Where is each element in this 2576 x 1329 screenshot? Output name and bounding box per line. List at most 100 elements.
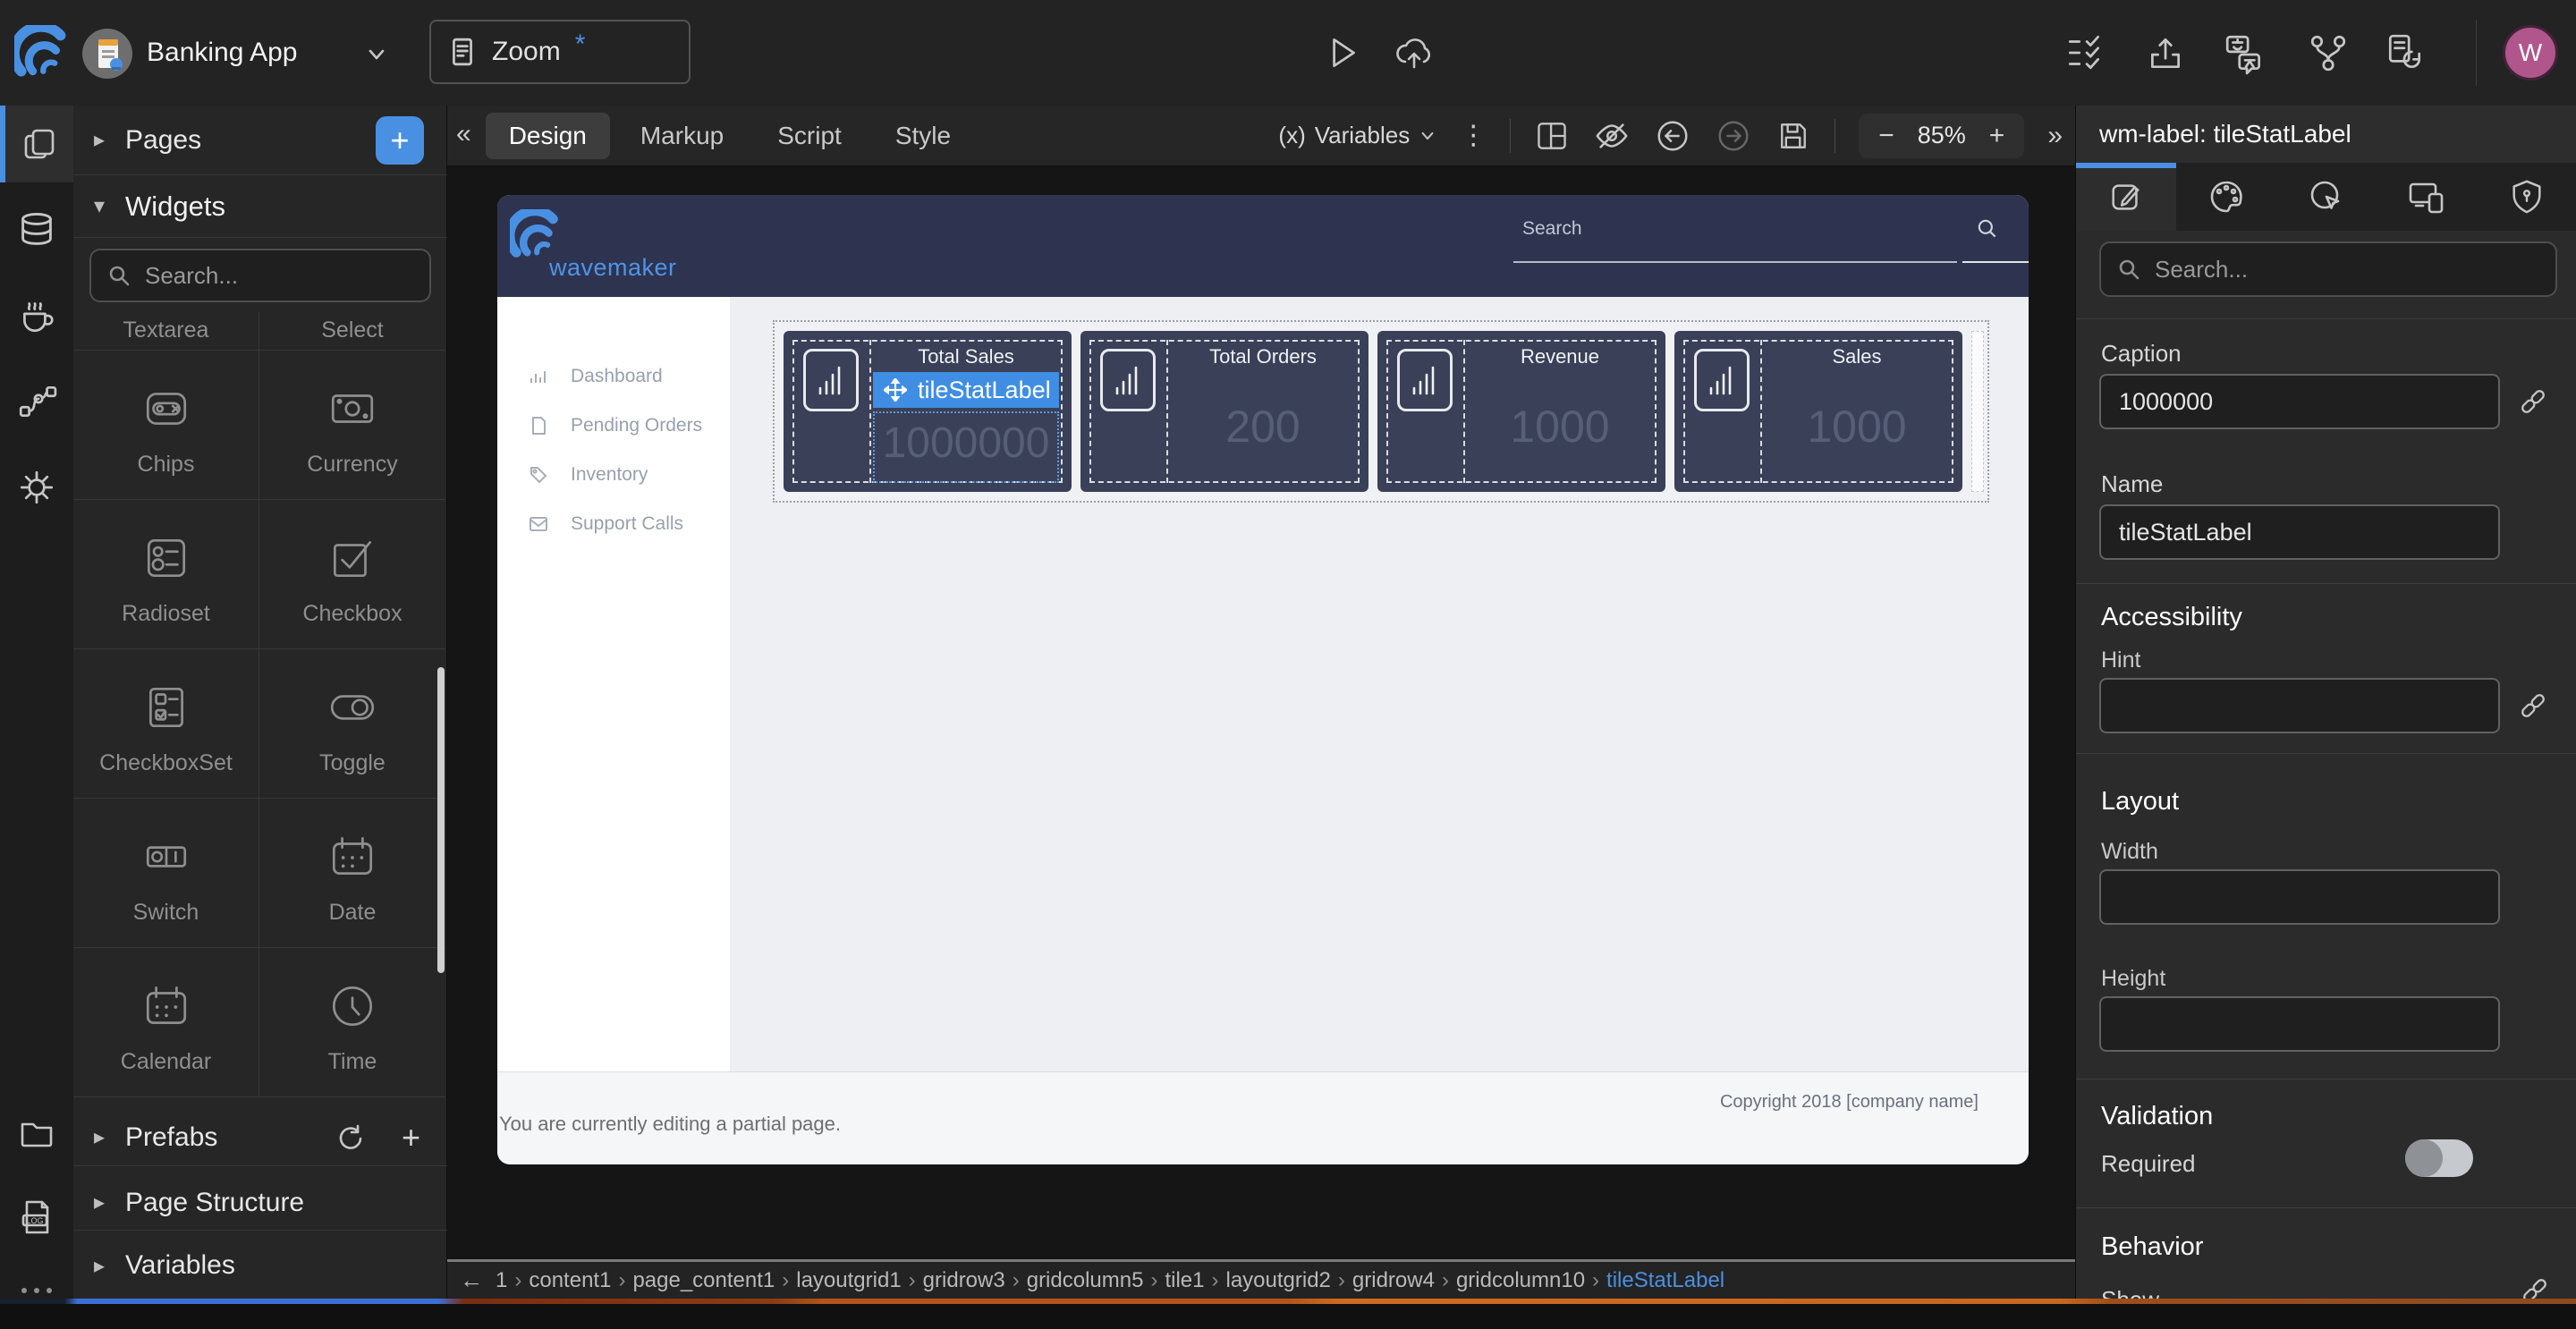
- prefabs-section-header[interactable]: ▸ Prefabs +: [73, 1109, 447, 1166]
- widget-cell-radioset[interactable]: Radioset: [73, 500, 259, 649]
- export-deploy-button[interactable]: [2145, 32, 2186, 73]
- tab-markup[interactable]: Markup: [617, 113, 747, 159]
- kebab-menu-icon[interactable]: ⋮: [1460, 120, 1487, 151]
- widget-cell-checkboxset[interactable]: CheckboxSet: [73, 649, 259, 799]
- tile-chart-icon[interactable]: [1694, 349, 1750, 411]
- breadcrumb-item[interactable]: page_content1: [625, 1268, 782, 1293]
- tile-chart-icon[interactable]: [1397, 349, 1453, 411]
- tile-chart-icon[interactable]: [1100, 349, 1156, 411]
- breadcrumb-item[interactable]: layoutgrid1: [789, 1268, 908, 1293]
- tile-revenue[interactable]: Revenue 1000: [1377, 331, 1665, 492]
- project-chevron-down-icon[interactable]: [365, 43, 388, 66]
- add-prefab-icon[interactable]: +: [402, 1119, 420, 1156]
- version-branch-button[interactable]: [2308, 32, 2349, 73]
- breadcrumb-item[interactable]: content1: [521, 1268, 618, 1293]
- selected-widget-tag[interactable]: tileStatLabel: [873, 372, 1059, 408]
- breadcrumb-back-icon[interactable]: ←: [460, 1266, 483, 1294]
- layoutgrid-selection[interactable]: Total Sales tileStatLabel 1000000 Total …: [773, 320, 1989, 503]
- preview-cloud-button[interactable]: [1392, 32, 1433, 73]
- open-page-tab[interactable]: Zoom *: [429, 20, 691, 84]
- selected-label-bounds[interactable]: 1000000: [873, 411, 1059, 483]
- rail-settings-gear-icon[interactable]: [0, 449, 73, 526]
- tab-style[interactable]: Style: [872, 113, 974, 159]
- tile-value[interactable]: 1000000: [875, 419, 1057, 468]
- rail-apis-icon[interactable]: [0, 363, 73, 440]
- rail-java-services-icon[interactable]: [0, 277, 73, 354]
- caption-input[interactable]: [2099, 374, 2500, 429]
- zoom-in-button[interactable]: +: [1989, 121, 2005, 151]
- refresh-prefabs-icon[interactable]: [335, 1122, 365, 1153]
- project-avatar[interactable]: [82, 29, 132, 79]
- tile-value[interactable]: 1000: [1465, 401, 1655, 453]
- tab-properties-edit[interactable]: [2076, 163, 2176, 231]
- rail-files-folder-icon[interactable]: [0, 1095, 73, 1172]
- save-icon[interactable]: [1775, 118, 1811, 154]
- redo-icon[interactable]: [1715, 117, 1752, 155]
- widget-cell-switch[interactable]: Switch: [73, 799, 259, 948]
- breadcrumb-item[interactable]: gridcolumn5: [1020, 1268, 1151, 1293]
- user-avatar[interactable]: W: [2503, 25, 2558, 80]
- app-nav-support-calls[interactable]: Support Calls: [497, 500, 730, 548]
- tab-script[interactable]: Script: [754, 113, 865, 159]
- rail-logs-icon[interactable]: LOG: [0, 1179, 73, 1256]
- caret-right-icon[interactable]: ▸: [73, 1189, 125, 1215]
- app-search-placeholder[interactable]: Search: [1522, 218, 1582, 240]
- width-input[interactable]: [2099, 869, 2500, 925]
- pages-section-header[interactable]: ▸ Pages +: [73, 106, 447, 175]
- breadcrumb-item[interactable]: gridcolumn10: [1449, 1268, 1592, 1293]
- tile-sales[interactable]: Sales 1000: [1674, 331, 1962, 492]
- tile-value[interactable]: 200: [1168, 401, 1358, 453]
- height-input[interactable]: [2099, 996, 2500, 1052]
- tile-title[interactable]: Total Sales: [871, 345, 1061, 368]
- tab-properties-devices[interactable]: [2377, 163, 2477, 231]
- panel-scrollbar[interactable]: [437, 667, 445, 973]
- translate-button[interactable]: [2224, 32, 2265, 73]
- widget-cell-date[interactable]: Date: [259, 799, 445, 948]
- widget-cell-calendar[interactable]: Calendar: [73, 948, 259, 1097]
- rail-pages-icon[interactable]: [0, 106, 73, 182]
- collapse-panel-icon[interactable]: «: [447, 119, 486, 153]
- checklist-button[interactable]: [2064, 32, 2106, 73]
- widget-cell-textarea[interactable]: Textarea: [73, 311, 259, 351]
- run-app-button[interactable]: [1322, 32, 1363, 73]
- expand-panel-icon[interactable]: »: [2047, 121, 2063, 151]
- breadcrumb-item[interactable]: tile1: [1157, 1268, 1211, 1293]
- preview-off-eye-icon[interactable]: [1593, 117, 1631, 155]
- tile-value[interactable]: 1000: [1762, 401, 1952, 453]
- app-nav-inventory[interactable]: Inventory: [497, 451, 730, 499]
- app-banner[interactable]: wavemaker Search: [497, 195, 2029, 297]
- caret-right-icon[interactable]: ▸: [73, 1124, 125, 1150]
- breadcrumb-item[interactable]: 1: [488, 1268, 514, 1293]
- tab-properties-events[interactable]: [2276, 163, 2377, 231]
- breadcrumb-item[interactable]: gridrow3: [916, 1268, 1013, 1293]
- required-toggle[interactable]: [2405, 1139, 2473, 1177]
- widgets-section-header[interactable]: ▾ Widgets: [73, 175, 447, 238]
- page-structure-section-header[interactable]: ▸ Page Structure: [73, 1175, 447, 1231]
- app-nav-dashboard[interactable]: Dashboard: [497, 352, 730, 401]
- rail-more-icon[interactable]: [0, 1252, 73, 1329]
- variables-dropdown[interactable]: (x) Variables: [1278, 122, 1436, 149]
- tab-properties-security[interactable]: [2477, 163, 2576, 231]
- breadcrumb-item[interactable]: gridrow4: [1345, 1268, 1442, 1293]
- bind-show-link-icon[interactable]: [2520, 1275, 2550, 1299]
- caret-down-icon[interactable]: ▾: [73, 193, 125, 219]
- move-icon[interactable]: [884, 378, 907, 402]
- widget-search-input[interactable]: [143, 261, 388, 291]
- app-nav-pending-orders[interactable]: Pending Orders: [497, 402, 730, 450]
- widget-cell-toggle[interactable]: Toggle: [259, 649, 445, 799]
- add-page-button[interactable]: +: [376, 116, 424, 165]
- widget-cell-currency[interactable]: Currency: [259, 351, 445, 500]
- properties-search-input[interactable]: [2153, 255, 2486, 284]
- widget-cell-select[interactable]: Select: [259, 311, 445, 351]
- widget-search[interactable]: [89, 249, 431, 302]
- rail-database-icon[interactable]: [0, 191, 73, 268]
- name-input[interactable]: [2099, 504, 2500, 560]
- tab-properties-styles[interactable]: [2176, 163, 2276, 231]
- widget-cell-chips[interactable]: Chips: [73, 351, 259, 500]
- layout-grid-icon[interactable]: [1534, 118, 1570, 154]
- breadcrumb-item[interactable]: layoutgrid2: [1218, 1268, 1337, 1293]
- tile-title[interactable]: Sales: [1762, 345, 1952, 368]
- bind-caption-link-icon[interactable]: [2518, 386, 2548, 417]
- properties-search[interactable]: [2099, 241, 2557, 297]
- caret-right-icon[interactable]: ▸: [73, 127, 125, 153]
